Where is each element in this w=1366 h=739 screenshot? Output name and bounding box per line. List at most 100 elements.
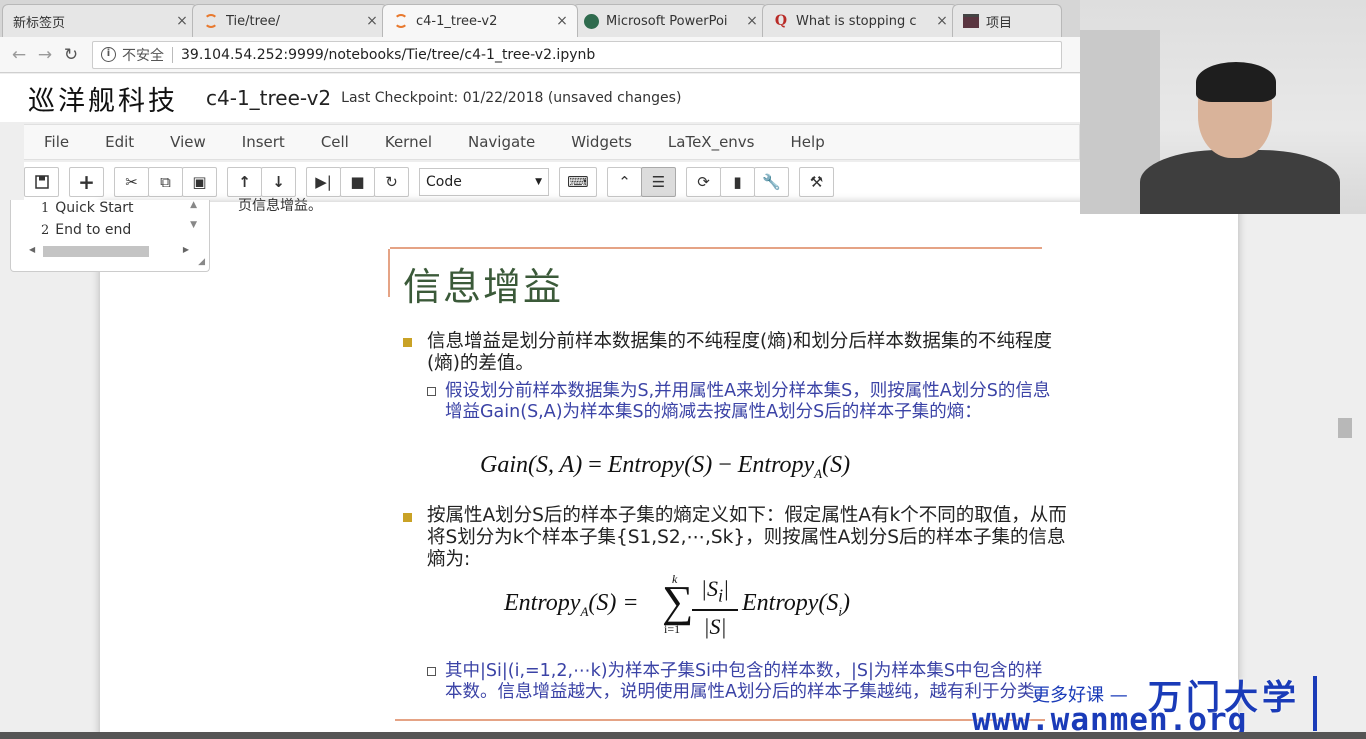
keyboard-icon[interactable]: ⌨ [559, 167, 597, 197]
slide-title: 信息增益 [403, 265, 564, 309]
screen: 新标签页 × Tie/tree/ × c4-1_tree-v2 × Micros… [0, 0, 1366, 739]
tab-label: What is stopping c [796, 13, 917, 29]
paste-icon[interactable]: ▣ [182, 167, 217, 197]
toc-label: End to end [55, 222, 132, 238]
insecure-label: 不安全 [122, 47, 164, 64]
scroll-left-icon[interactable]: ◀ [29, 245, 35, 254]
formula-term: (S) = [588, 590, 639, 616]
formula-term: Entropy [737, 452, 815, 478]
menu-insert[interactable]: Insert [242, 133, 285, 151]
formula-term: (S) [822, 452, 851, 478]
notebook-name[interactable]: c4-1_tree-v2 [206, 86, 331, 110]
browser-tab-powerpoint[interactable]: Microsoft PowerPoi × [572, 4, 768, 37]
toc-number: 1 [41, 201, 50, 216]
formula-term: ) [842, 590, 851, 616]
run-cell-icon[interactable]: ▶| [306, 167, 341, 197]
browser-tab-notebook[interactable]: c4-1_tree-v2 × [382, 4, 578, 37]
toc-scroll-arrows[interactable]: ▲ ▼ [190, 200, 197, 230]
formula-term: Entropy(S [742, 590, 839, 616]
toc-item-quick-start[interactable]: 1 Quick Start [41, 200, 134, 216]
sub-bullet-icon [427, 667, 436, 676]
slide-sub-bullet-1: 假设划分前样本数据集为S,并用属性A来划分样本集S，则按属性A划分S的信息增益G… [445, 381, 1051, 422]
quora-icon: Q [774, 12, 788, 29]
fraction-numerator: |S [700, 576, 718, 601]
menu-latex-envs[interactable]: LaTeX_envs [668, 133, 755, 151]
divider [172, 46, 173, 63]
slide-rule-bottom [395, 719, 1045, 721]
close-tab-icon[interactable]: × [365, 13, 379, 29]
menu-navigate[interactable]: Navigate [468, 133, 535, 151]
copy-icon[interactable]: ⧉ [148, 167, 183, 197]
tab-label: Tie/tree/ [226, 13, 281, 29]
menu-edit[interactable]: Edit [105, 133, 134, 151]
browser-toolbar: ← → ↻ i 不安全 39.104.54.252:9999/notebooks… [0, 37, 1080, 73]
cell-text-fragment: 页信息增益。 [238, 198, 322, 211]
tab-label: 新标签页 [13, 15, 66, 31]
cell-type-select[interactable]: Code ▼ [419, 168, 549, 196]
close-tab-icon[interactable]: × [745, 13, 759, 29]
toc-panel: 1 Quick Start 2 End to end ▲ ▼ ◀ ▶ ◢ [10, 200, 210, 272]
forward-icon[interactable]: → [32, 45, 58, 65]
sub-bullet-icon [427, 387, 436, 396]
menu-help[interactable]: Help [791, 133, 825, 151]
move-down-icon[interactable]: ↓ [261, 167, 296, 197]
cell-type-value: Code [426, 174, 462, 190]
watermark-divider [1313, 676, 1317, 731]
close-tab-icon[interactable]: × [935, 13, 949, 29]
formula-term: = [582, 452, 608, 478]
browser-tab-strip: 新标签页 × Tie/tree/ × c4-1_tree-v2 × Micros… [0, 0, 1080, 37]
formula-rhs: Entropy(Si) [742, 590, 850, 620]
reload-icon[interactable]: ↻ [58, 45, 84, 65]
page-scrollbar-thumb[interactable] [1338, 418, 1352, 438]
browser-tab-quora[interactable]: Q What is stopping c × [762, 4, 958, 37]
menu-file[interactable]: File [44, 133, 69, 151]
notebook-toolbar: + ✂ ⧉ ▣ ↑ ↓ ▶| ■ ↻ Code ▼ ⌨ ⌃ ☰ ⟳ ▮ 🔧 ⚒ [24, 162, 1080, 202]
fraction-denominator: |S| [703, 614, 727, 640]
restart-icon[interactable]: ↻ [374, 167, 409, 197]
browser-tab-tree[interactable]: Tie/tree/ × [192, 4, 388, 37]
fraction-bar [692, 609, 738, 612]
formula-term: − [712, 452, 738, 478]
menu-view[interactable]: View [170, 133, 206, 151]
wrench-icon[interactable]: 🔧 [754, 167, 789, 197]
hammer-icon[interactable]: ⚒ [799, 167, 834, 197]
chevron-down-icon: ▼ [535, 177, 542, 187]
site-logo[interactable]: 巡洋舰科技 [28, 79, 178, 118]
powerpoint-icon [583, 13, 599, 29]
close-tab-icon[interactable]: × [175, 13, 189, 29]
formula-term: Entropy [504, 590, 581, 616]
toc-list-icon[interactable]: ☰ [641, 167, 676, 197]
slide-sub-bullet-2: 其中|Si|(i,=1,2,⋯k)为样本子集Si中包含的样本数，|S|为样本集S… [445, 661, 1052, 702]
info-icon[interactable]: i [101, 47, 116, 62]
refresh-icon[interactable]: ⟳ [686, 167, 721, 197]
interrupt-icon[interactable]: ■ [340, 167, 375, 197]
sum-symbol: ∑ [662, 577, 694, 626]
menu-bar: File Edit View Insert Cell Kernel Naviga… [24, 124, 1080, 160]
scroll-right-icon[interactable]: ▶ [183, 245, 189, 254]
toc-item-end-to-end[interactable]: 2 End to end [41, 222, 131, 238]
fraction: |Si| |S| [692, 576, 738, 640]
formula-subscript: A [814, 465, 823, 481]
toc-horizontal-scrollbar[interactable]: ◀ ▶ [29, 245, 189, 257]
slide-rule-top [390, 247, 1042, 249]
scrollbar-thumb[interactable] [43, 246, 149, 257]
gain-formula: Gain(S, A) = Entropy(S) − EntropyA(S) [480, 452, 850, 482]
back-icon[interactable]: ← [6, 45, 32, 65]
insert-cell-icon[interactable]: + [69, 167, 104, 197]
jupyter-icon [203, 13, 219, 29]
resize-grip-icon[interactable]: ◢ [198, 257, 205, 267]
browser-tab-project[interactable]: 项目 [952, 4, 1062, 37]
menu-cell[interactable]: Cell [321, 133, 349, 151]
formula-term: | [723, 576, 730, 601]
book-icon[interactable]: ▮ [720, 167, 755, 197]
address-bar[interactable]: i 不安全 39.104.54.252:9999/notebooks/Tie/t… [92, 40, 1062, 69]
move-up-icon[interactable]: ↑ [227, 167, 262, 197]
presenter-hair [1196, 62, 1276, 102]
save-icon[interactable] [24, 167, 59, 197]
cut-icon[interactable]: ✂ [114, 167, 149, 197]
close-tab-icon[interactable]: × [555, 13, 569, 29]
chevron-up-icon[interactable]: ⌃ [607, 167, 642, 197]
menu-kernel[interactable]: Kernel [385, 133, 432, 151]
browser-tab-new-tab[interactable]: 新标签页 × [2, 4, 198, 37]
menu-widgets[interactable]: Widgets [571, 133, 632, 151]
